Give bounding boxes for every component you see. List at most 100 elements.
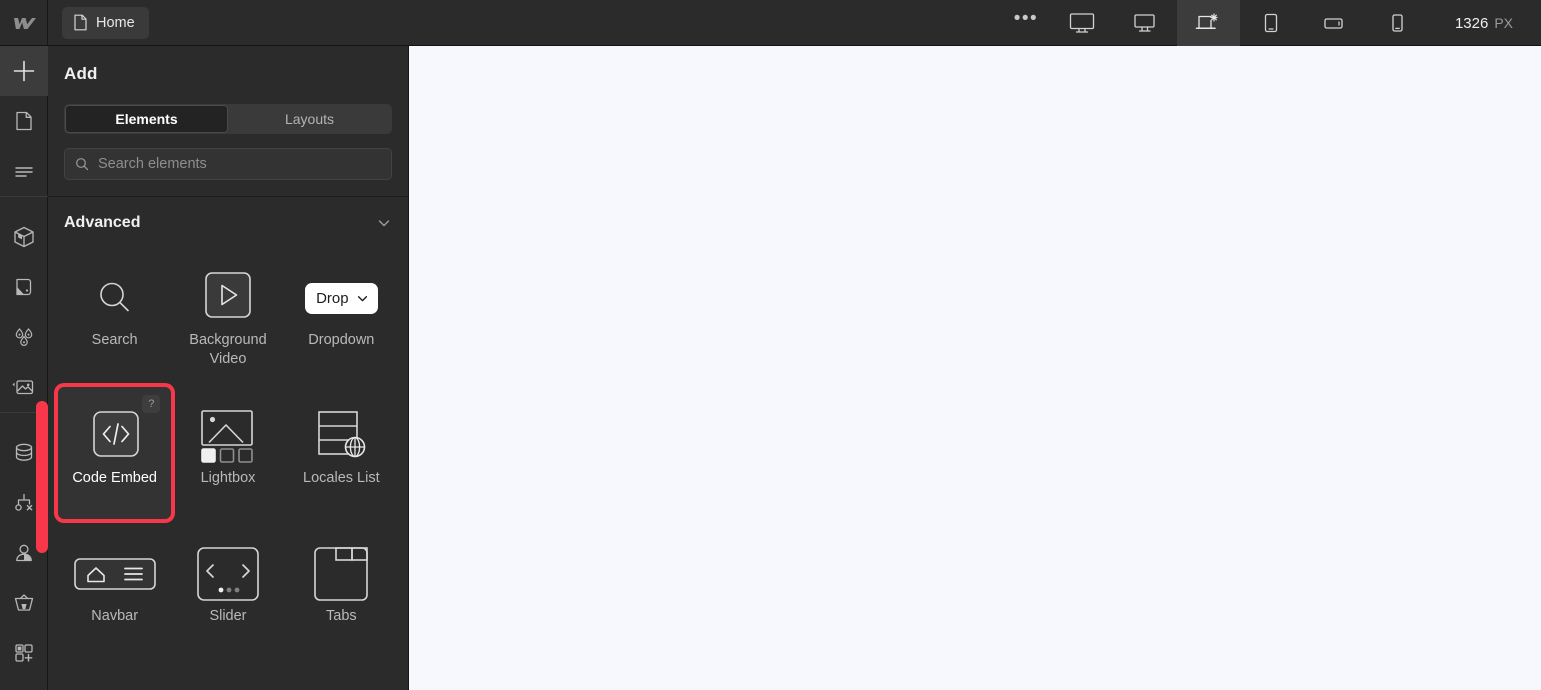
tabs-glyph [310,537,372,611]
page-tabs: Home [48,6,149,39]
body: Add Elements Layouts Search elements Adv… [0,46,1541,690]
advanced-elements-grid: Search Background Video Drop Dropdown ? … [48,249,408,657]
rail-item-style-selectors[interactable] [0,262,48,312]
element-tile-slider[interactable]: Slider [171,525,284,657]
search-icon [76,158,89,171]
paint-swatch-icon [15,278,31,296]
section-advanced-title: Advanced [64,214,141,231]
rail-item-variables[interactable] [0,312,48,362]
element-tile-search[interactable]: Search [58,249,171,381]
element-tile-slider-label: Slider [209,608,247,624]
rail-item-add-elements[interactable] [0,46,48,96]
image-icon [12,380,33,395]
breakpoint-base[interactable] [1176,0,1240,46]
add-panel: Add Elements Layouts Search elements Adv… [48,46,409,690]
tab-home[interactable]: Home [62,6,149,39]
rail-divider-2 [0,412,48,413]
top-bar: Home ••• 1326 PX [0,0,1541,46]
element-tile-lightbox-label: Lightbox [200,470,256,486]
dropdown-pill: Drop [305,282,378,314]
tab-home-label: Home [96,14,135,31]
element-tile-tabs-label: Tabs [326,608,357,624]
monitor-small-icon [1134,13,1156,32]
element-tile-dropdown-label: Dropdown [308,332,375,348]
page-title: Add [64,64,98,83]
cube-icon [13,226,34,248]
element-tile-lightbox[interactable]: Lightbox [171,387,284,519]
tablet-icon [1265,13,1278,32]
element-tile-code-embed-label: Code Embed [72,470,157,486]
rail-item-components[interactable] [0,212,48,262]
rail-item-logic[interactable] [0,478,48,528]
search-elements-box[interactable] [64,148,392,180]
play-in-box-glyph [198,261,258,335]
webflow-logo [13,17,36,29]
element-tile-dropdown[interactable]: Drop Dropdown [285,249,398,381]
help-badge[interactable]: ? [142,395,161,413]
mobile-landscape-icon [1324,17,1344,29]
element-tile-tabs[interactable]: Tabs [285,525,398,657]
user-icon [15,544,32,562]
logic-flow-icon [14,493,32,511]
viewport-width-value: 1326 [1454,14,1489,32]
element-tile-navbar[interactable]: Navbar [58,525,171,657]
search-glyph [92,261,138,335]
monitor-icon [1070,12,1095,33]
viewport-width-readout[interactable]: 1326 PX [1429,0,1541,46]
page-icon [15,111,32,131]
section-advanced-header[interactable]: Advanced [48,197,408,249]
droplets-icon [15,328,32,347]
left-rail [0,46,48,690]
element-tile-locales-list[interactable]: Locales List [285,387,398,519]
laptop-base-icon [1196,12,1219,29]
tab-layouts-label: Layouts [284,111,335,127]
element-tile-code-embed[interactable]: ? Code Embed [58,387,172,519]
plus-icon [13,60,34,82]
ellipsis-icon: ••• [1013,7,1039,29]
element-tile-search-label: Search [91,332,138,348]
tab-elements[interactable]: Elements [65,105,228,133]
rail-item-ecommerce[interactable] [0,578,48,628]
dropdown-pill-text: Drop [316,289,349,307]
design-canvas[interactable] [409,46,1541,690]
apps-grid-icon [14,644,33,662]
mobile-portrait-icon [1392,13,1404,32]
rail-divider-1 [0,196,48,197]
elements-list[interactable]: Advanced Search Background Video Drop Dr… [48,197,408,690]
navbar-glyph [71,537,159,611]
help-badge-label: ? [148,398,155,410]
rail-item-cms[interactable] [0,428,48,478]
element-tile-locales-list-label: Locales List [303,470,380,486]
rail-item-apps[interactable] [0,628,48,678]
lightbox-glyph [196,399,260,473]
database-icon [15,443,32,461]
webflow-designer: Home ••• 1326 PX Add Elements Layouts Se… [0,0,1541,690]
panel-tabs: Elements Layouts [64,104,392,134]
breakpoint-desktop-large[interactable] [1051,0,1114,46]
tab-elements-label: Elements [115,111,178,127]
add-panel-header: Add Elements Layouts [48,46,408,196]
breakpoint-mobile-portrait[interactable] [1366,0,1429,46]
element-tile-navbar-label: Navbar [91,608,139,624]
rail-item-pages[interactable] [0,96,48,146]
breakpoint-switcher [1051,0,1429,46]
locales-globe-glyph [310,399,372,473]
dropdown-pill-glyph: Drop [305,261,378,335]
more-options-button[interactable]: ••• [1001,0,1051,46]
breakpoint-desktop[interactable] [1114,0,1177,46]
chevron-down-icon[interactable] [376,215,392,231]
basket-icon [14,594,33,611]
rail-item-assets[interactable] [0,362,48,412]
webflow-logo-button[interactable] [0,0,48,46]
code-brackets-glyph [86,399,144,473]
chevron-down-icon [357,295,367,301]
rail-item-navigator[interactable] [0,146,48,196]
tab-layouts[interactable]: Layouts [228,105,391,133]
breakpoint-mobile-landscape[interactable] [1303,0,1366,46]
element-tile-background-video-label: Background Video [189,332,267,367]
breakpoint-tablet[interactable] [1240,0,1303,46]
slider-glyph [193,537,263,611]
rail-item-users[interactable] [0,528,48,578]
element-tile-background-video[interactable]: Background Video [171,249,284,381]
search-input[interactable] [98,156,381,172]
